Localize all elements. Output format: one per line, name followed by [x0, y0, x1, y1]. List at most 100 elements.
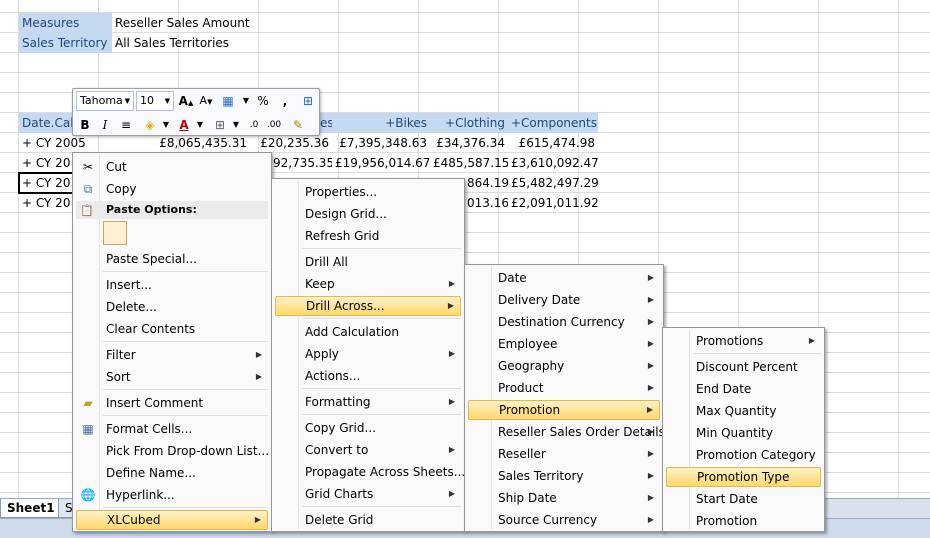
menu-drill-across[interactable]: Drill Across... ▶: [275, 296, 461, 316]
dim-promotion[interactable]: Promotion ▶: [468, 400, 660, 420]
menu-properties[interactable]: Properties...: [275, 182, 461, 202]
row-label-cy2005[interactable]: + CY 2005: [19, 133, 111, 153]
col-header-partial[interactable]: es: [320, 113, 332, 133]
filter-value-measures[interactable]: Reseller Sales Amount: [112, 13, 250, 33]
cell-partial-2005[interactable]: £20,235.36: [250, 133, 332, 153]
menu-insert[interactable]: Insert...: [76, 275, 268, 295]
promo-promotions[interactable]: Promotions ▶: [666, 331, 821, 351]
promo-end-date[interactable]: End Date: [666, 379, 821, 399]
promo-promotion-category[interactable]: Promotion Category: [666, 445, 821, 465]
col-header-bikes[interactable]: +Bikes: [332, 113, 430, 133]
decrease-decimal-icon[interactable]: .00: [265, 115, 283, 135]
menu-grid-charts[interactable]: Grid Charts ▶: [275, 484, 461, 504]
align-center-icon[interactable]: ≡: [117, 115, 135, 135]
menu-paste-special[interactable]: Paste Special...: [76, 249, 268, 269]
menu-xlcubed[interactable]: XLCubed ▶: [76, 510, 268, 530]
borders-dropdown-icon[interactable]: ▼: [227, 115, 245, 135]
row-header-date[interactable]: Date.Cale: [19, 113, 73, 133]
dim-delivery-date[interactable]: Delivery Date ▶: [468, 290, 660, 310]
menu-copy[interactable]: ⧉ Copy: [76, 179, 268, 199]
menu-copy-grid[interactable]: Copy Grid...: [275, 418, 461, 438]
submenu-arrow-icon: ▶: [447, 301, 454, 310]
menu-filter[interactable]: Filter ▶: [76, 345, 268, 365]
dim-product[interactable]: Product ▶: [468, 378, 660, 398]
accounting-format-icon[interactable]: ▦: [219, 91, 237, 111]
dim-date[interactable]: Date ▶: [468, 268, 660, 288]
dim-reseller[interactable]: Reseller ▶: [468, 444, 660, 464]
comma-style-icon[interactable]: ,: [276, 91, 294, 111]
menu-apply[interactable]: Apply ▶: [275, 344, 461, 364]
shrink-font-icon[interactable]: A▼: [197, 91, 215, 111]
dim-reseller-sales-order-details[interactable]: Reseller Sales Order Details ▶: [468, 422, 665, 442]
menu-pick-list[interactable]: Pick From Drop-down List...: [76, 441, 269, 461]
promo-min-quantity[interactable]: Min Quantity: [666, 423, 821, 443]
accounting-dropdown-icon[interactable]: ▼: [237, 91, 255, 111]
menu-formatting[interactable]: Formatting ▶: [275, 392, 461, 412]
menu-clear-contents[interactable]: Clear Contents: [76, 319, 268, 339]
promo-max-quantity[interactable]: Max Quantity: [666, 401, 821, 421]
menu-convert-to[interactable]: Convert to ▶: [275, 440, 461, 460]
row-label-cy2006[interactable]: + CY 20: [19, 153, 73, 173]
dim-ship-date[interactable]: Ship Date ▶: [468, 488, 660, 508]
cell-total-2005[interactable]: £8,065,435.31: [140, 133, 250, 153]
cell-components-2005[interactable]: £615,474.98: [508, 133, 598, 153]
promo-discount-percent[interactable]: Discount Percent: [666, 357, 821, 377]
submenu-arrow-icon: ▶: [647, 273, 654, 282]
font-size-box[interactable]: 10 ▼: [136, 91, 174, 111]
cell-clothing-2005[interactable]: £34,376.34: [430, 133, 508, 153]
percent-style-icon[interactable]: %: [254, 91, 272, 111]
menu-keep[interactable]: Keep ▶: [275, 274, 461, 294]
font-color-dropdown-icon[interactable]: ▼: [191, 115, 209, 135]
submenu-arrow-icon: ▶: [448, 489, 455, 498]
dim-destination-currency[interactable]: Destination Currency ▶: [468, 312, 660, 332]
dim-geography[interactable]: Geography ▶: [468, 356, 660, 376]
sheet-tab-sheet1[interactable]: Sheet1: [0, 499, 62, 518]
promo-promotion[interactable]: Promotion: [666, 511, 821, 531]
active-cell-border: [18, 172, 74, 194]
menu-actions[interactable]: Actions...: [275, 366, 461, 386]
italic-icon[interactable]: I: [96, 115, 114, 135]
col-header-clothing[interactable]: +Clothing: [430, 113, 508, 133]
cell-clothing-2006[interactable]: £485,587.15: [430, 153, 508, 173]
menu-sort[interactable]: Sort ▶: [76, 367, 268, 387]
promo-start-date[interactable]: Start Date: [666, 489, 821, 509]
promo-promotion-type[interactable]: Promotion Type: [666, 467, 821, 487]
filter-label-territory[interactable]: Sales Territory: [19, 33, 112, 53]
filter-label-measures[interactable]: Measures: [19, 13, 112, 33]
menu-cut[interactable]: ✂ Cut: [76, 157, 268, 177]
merge-center-icon[interactable]: ⊞: [299, 91, 317, 111]
dim-employee[interactable]: Employee ▶: [468, 334, 660, 354]
menu-delete-grid[interactable]: Delete Grid: [275, 510, 461, 530]
font-name-box[interactable]: Tahoma ▼: [76, 91, 134, 111]
format-painter-icon[interactable]: ✎: [289, 115, 307, 135]
cell-clothing-2008[interactable]: 013.16: [464, 193, 508, 213]
cell-total-2006[interactable]: 92,735.35: [270, 153, 332, 173]
menu-design-grid[interactable]: Design Grid...: [275, 204, 461, 224]
dim-source-currency[interactable]: Source Currency ▶: [468, 510, 660, 530]
increase-decimal-icon[interactable]: .0: [245, 115, 263, 135]
submenu-arrow-icon: ▶: [647, 515, 654, 524]
menu-delete[interactable]: Delete...: [76, 297, 268, 317]
menu-drill-all[interactable]: Drill All: [275, 252, 461, 272]
cell-components-2006[interactable]: £3,610,092.47: [508, 153, 598, 173]
menu-propagate[interactable]: Propagate Across Sheets...: [275, 462, 465, 482]
fill-color-dropdown-icon[interactable]: ▼: [157, 115, 175, 135]
cell-components-2008[interactable]: £2,091,011.92: [508, 193, 598, 213]
menu-hyperlink[interactable]: 🌐 Hyperlink...: [76, 485, 268, 505]
grow-font-icon[interactable]: A▲: [177, 91, 195, 111]
col-header-components[interactable]: +Components: [508, 113, 598, 133]
cell-bikes-2005[interactable]: £7,395,348.63: [332, 133, 430, 153]
menu-format-cells[interactable]: ▦ Format Cells...: [76, 419, 268, 439]
menu-insert-comment[interactable]: ▰ Insert Comment: [76, 393, 268, 413]
paste-option-button[interactable]: [103, 221, 127, 245]
filter-value-territory[interactable]: All Sales Territories: [112, 33, 250, 53]
cell-components-2007[interactable]: £5,482,497.29: [508, 173, 598, 193]
cell-clothing-2007[interactable]: 864.19: [464, 173, 508, 193]
menu-refresh-grid[interactable]: Refresh Grid: [275, 226, 461, 246]
cell-bikes-2006[interactable]: £19,956,014.67: [332, 153, 430, 173]
bold-icon[interactable]: B: [76, 115, 94, 135]
menu-define-name[interactable]: Define Name...: [76, 463, 268, 483]
menu-add-calculation[interactable]: Add Calculation: [275, 322, 461, 342]
dim-sales-territory[interactable]: Sales Territory ▶: [468, 466, 660, 486]
row-label-cy2008[interactable]: + CY 20: [19, 193, 73, 213]
